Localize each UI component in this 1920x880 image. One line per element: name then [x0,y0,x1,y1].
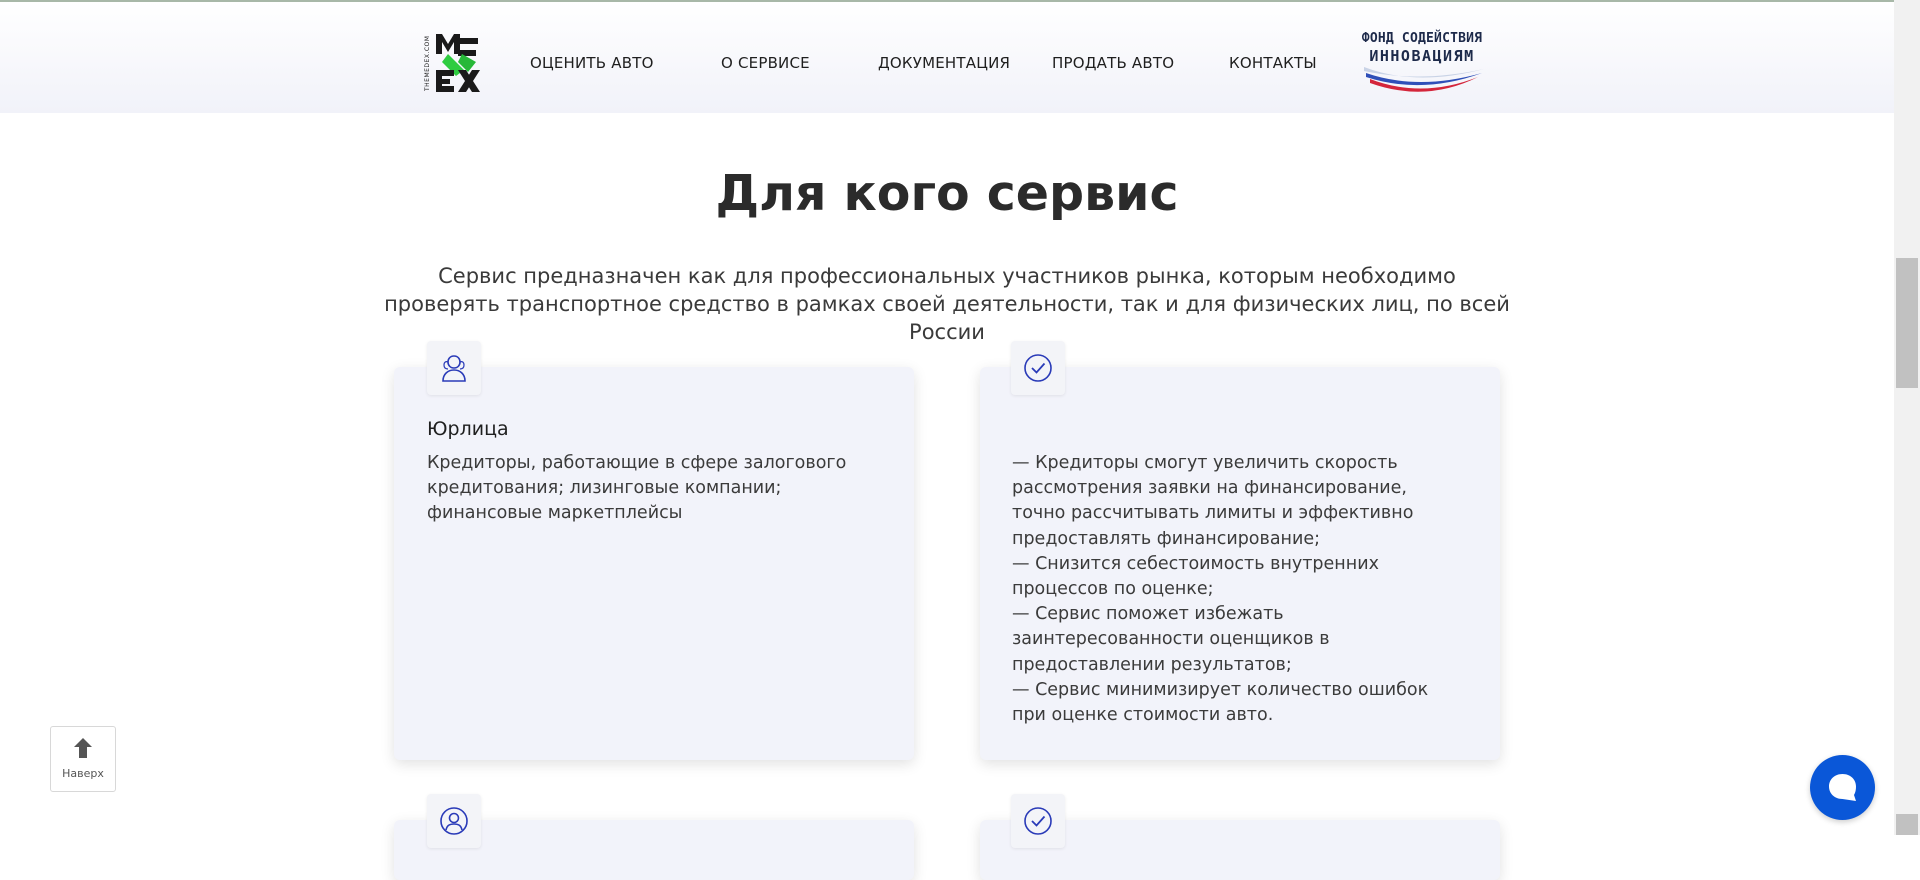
logo-mark-icon [436,34,480,92]
site-logo[interactable]: THEMEDEX.COM [424,32,482,94]
arrow-up-icon [74,738,92,758]
card-benefits: — Кредиторы смогут увеличить скорость ра… [980,367,1500,760]
users-icon [427,341,481,395]
scrollbar-down-arrow[interactable] [1896,814,1918,835]
page-scrollbar[interactable] [1894,0,1920,835]
partner-logo-line1: ФОНД СОДЕЙСТВИЯ [1361,31,1483,46]
chat-bubble-icon [1829,774,1856,801]
logo-side-text: THEMEDEX.COM [424,35,431,91]
card-title: Юрлица [427,418,509,440]
card-text: — Кредиторы смогут увеличить скорость ра… [1012,453,1429,726]
nav-sell-car[interactable]: ПРОДАТЬ АВТО [1052,54,1174,72]
user-icon [427,794,481,848]
back-to-top-label: Наверх [62,767,104,780]
chat-button[interactable] [1810,755,1875,820]
nav-about-service[interactable]: О СЕРВИСЕ [721,54,810,72]
check-circle-icon [1011,341,1065,395]
scrollbar-thumb[interactable] [1896,258,1918,388]
page-title: Для кого сервис [715,165,1179,222]
flag-swoosh-icon [1364,67,1484,92]
site-header: THEMEDEX.COM ОЦЕНИТЬ АВТО О СЕРВИСЕ ДОКУ… [0,2,1894,113]
card-legal-entities: Юрлица Кредиторы, работающие в сфере зал… [394,367,914,760]
card-text: Кредиторы, работающие в сфере залогового… [427,453,847,524]
back-to-top-button[interactable]: Наверх [50,726,116,792]
nav-contacts[interactable]: КОНТАКТЫ [1229,54,1317,72]
check-circle-icon [1011,794,1065,848]
page-subtitle: Сервис предназначен как для профессионал… [384,264,1510,344]
nav-evaluate-car[interactable]: ОЦЕНИТЬ АВТО [530,54,654,72]
nav-documentation[interactable]: ДОКУМЕНТАЦИЯ [878,54,1010,72]
partner-logo[interactable]: ФОНД СОДЕЙСТВИЯ ИННОВАЦИЯМ [1356,31,1488,95]
